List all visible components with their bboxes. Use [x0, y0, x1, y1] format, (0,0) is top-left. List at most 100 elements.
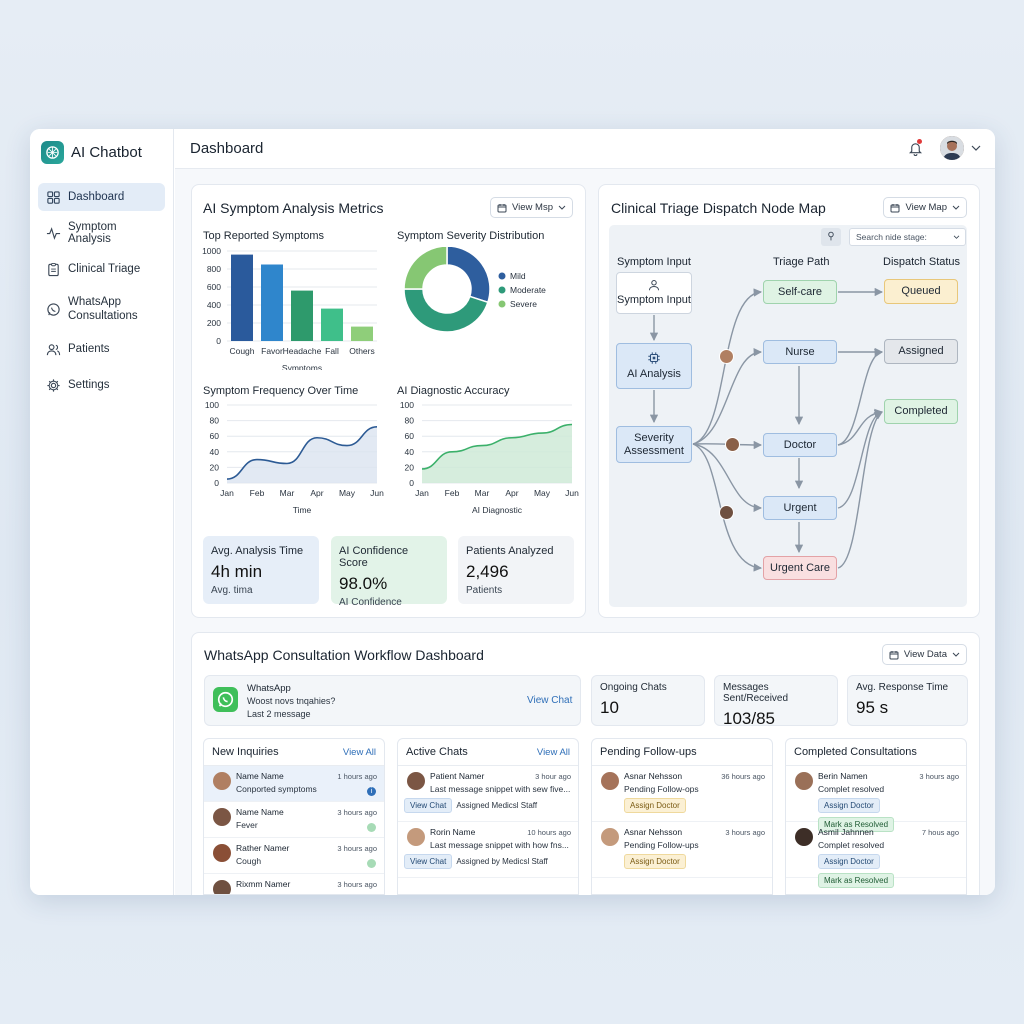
- node-symptom-input[interactable]: Symptom Input: [616, 272, 692, 314]
- triage-map-panel: Clinical Triage Dispatch Node Map View M…: [598, 184, 980, 618]
- sidebar-nav: Dashboard Symptom Analysis Clinical Tria…: [30, 183, 173, 399]
- kpi-sub: Avg. tima: [211, 585, 253, 596]
- pie-chart-title: Symptom Severity Distribution: [397, 230, 545, 242]
- notification-bell-icon[interactable]: [908, 139, 923, 157]
- brand-logo-icon: [41, 140, 64, 164]
- y-tick-label: 800: [207, 264, 221, 274]
- kpi-value: 2,496: [466, 562, 509, 581]
- legend-label: Mild: [510, 271, 526, 281]
- view-chat-link[interactable]: View Chat: [527, 695, 572, 706]
- list-item[interactable]: Asnar Nehsson Pending Follow-ups 3 hours…: [592, 822, 772, 878]
- page-title: Dashboard: [190, 140, 264, 157]
- y-tick-label: 20: [405, 462, 415, 472]
- status-completed[interactable]: Completed: [884, 399, 958, 424]
- x-axis-label: Time: [293, 505, 312, 515]
- node-label: Nurse: [785, 345, 815, 358]
- list-item[interactable]: Patient Namer Last message snippet with …: [398, 766, 578, 822]
- topbar: Dashboard: [175, 129, 995, 169]
- assigned-staff-text: Assigned by Medicsl Staff: [456, 857, 548, 866]
- row-time: 3 hours ago: [919, 772, 959, 781]
- row-desc: Cough: [236, 856, 262, 866]
- list-item[interactable]: Name Name Fever 3 hours ago: [204, 802, 384, 838]
- node-ai-analysis[interactable]: AI Analysis: [616, 343, 692, 389]
- column-title: Active Chats: [406, 746, 468, 758]
- status-assigned[interactable]: Assigned: [884, 339, 958, 364]
- kpi-label: Patients Analyzed: [466, 545, 554, 557]
- sidebar-item-whatsapp-consultations[interactable]: WhatsApp Consultations: [38, 291, 165, 327]
- sidebar-item-clinical-triage[interactable]: Clinical Triage: [38, 255, 165, 283]
- status-queued[interactable]: Queued: [884, 279, 958, 304]
- line-chart: 100 80 60 40 20 0Jan Feb Mar Apr May Jun Time: [205, 400, 384, 515]
- legend-label: Severe: [510, 299, 537, 309]
- view-chat-button[interactable]: View Chat: [404, 854, 453, 869]
- node-urgent[interactable]: Urgent: [763, 496, 837, 520]
- whatsapp-preview-card: WhatsApp Woost novs tnqahies? Last 2 mes…: [204, 675, 581, 726]
- column-completed-consultations: Completed Consultations Berin Namen Comp…: [785, 738, 967, 895]
- row-time: 3 hours ago: [337, 880, 377, 889]
- list-item[interactable]: Asmil Jahnnen Complet resolved 7 hous ag…: [786, 822, 966, 888]
- list-item[interactable]: Rather Namer Cough 3 hours ago: [204, 838, 384, 874]
- user-avatar[interactable]: [940, 136, 964, 160]
- stat-label: Ongoing Chats: [600, 682, 667, 693]
- legend-swatch: [498, 286, 506, 294]
- node-urgent-care[interactable]: Urgent Care: [763, 556, 837, 580]
- mark-resolved-button[interactable]: Mark as Resolved: [818, 873, 895, 888]
- assign-doctor-button[interactable]: Assign Doctor: [624, 798, 686, 813]
- row-desc: Pending Follow-ops: [624, 784, 699, 794]
- assign-doctor-button[interactable]: Assign Doctor: [624, 854, 686, 869]
- y-tick-label: 1000: [202, 246, 221, 256]
- metrics-view-button[interactable]: View Msp: [489, 197, 573, 218]
- sidebar-item-patients[interactable]: Patients: [38, 335, 165, 363]
- kpi-sub: AI Confidence: [339, 597, 402, 608]
- x-tick-label: May: [534, 488, 551, 498]
- view-chat-button[interactable]: View Chat: [404, 798, 453, 813]
- row-desc: Last message snippet with sew five...: [430, 784, 571, 794]
- column-pending-follow-ups: Pending Follow-ups Asnar Nehsson Pending…: [591, 738, 773, 895]
- view-all-link[interactable]: View All: [537, 747, 570, 758]
- list-item[interactable]: Rixmm Namer 3 hours ago: [204, 874, 384, 894]
- whatsapp-view-data-button[interactable]: View Data: [881, 644, 967, 665]
- whatsapp-view-data-label: View Data: [903, 649, 947, 660]
- row-time: 3 hours ago: [337, 808, 377, 817]
- chevron-down-icon[interactable]: [971, 144, 981, 152]
- node-severity-assessment[interactable]: Severity Assessment: [616, 426, 692, 463]
- symptom-metrics-panel: AI Symptom Analysis Metrics View Msp Top…: [191, 184, 586, 618]
- assign-doctor-button[interactable]: Assign Doctor: [818, 798, 880, 813]
- sidebar-item-symptom-analysis[interactable]: Symptom Analysis: [38, 219, 165, 247]
- y-tick-label: 80: [210, 416, 220, 426]
- sidebar-item-settings[interactable]: Settings: [38, 371, 165, 399]
- column-header: Active Chats View All: [398, 739, 578, 766]
- users-icon: [46, 343, 61, 355]
- row-time: 1 hours ago: [337, 772, 377, 781]
- list-item[interactable]: Berin Namen Complet resolved 3 hours ago…: [786, 766, 966, 832]
- node-self-care[interactable]: Self-care: [763, 280, 837, 304]
- row-desc: Fever: [236, 820, 258, 830]
- list-item[interactable]: Rorin Name Last message snippet with how…: [398, 822, 578, 878]
- legend-label: Moderate: [510, 285, 546, 295]
- row-time: 3 hours ago: [725, 828, 765, 837]
- y-tick-label: 40: [210, 447, 220, 457]
- x-tick-label: Feb: [250, 488, 265, 498]
- staff-avatar: [719, 349, 734, 364]
- list-item[interactable]: Asnar Nehsson Pending Follow-ops 36 hour…: [592, 766, 772, 822]
- x-tick-label: Jan: [415, 488, 429, 498]
- stat-value: 10: [600, 698, 619, 717]
- node-nurse[interactable]: Nurse: [763, 340, 837, 364]
- x-tick-label: Jan: [220, 488, 234, 498]
- column-header: Pending Follow-ups: [592, 739, 772, 766]
- list-item[interactable]: Name Name Conported symptoms 1 hours ago…: [204, 766, 384, 802]
- whatsapp-card-line2: Last 2 message: [247, 709, 311, 719]
- row-desc: Last message snippet with how fns...: [430, 840, 569, 850]
- sidebar-item-label: Symptom Analysis: [68, 221, 117, 245]
- legend-swatch: [498, 300, 506, 308]
- column-header: Completed Consultations: [786, 739, 966, 766]
- user-icon: [649, 280, 659, 291]
- x-tick-label: Apr: [310, 488, 323, 498]
- view-all-link[interactable]: View All: [343, 747, 376, 758]
- sidebar-item-dashboard[interactable]: Dashboard: [38, 183, 165, 211]
- assign-doctor-button[interactable]: Assign Doctor: [818, 854, 880, 869]
- avatar: [601, 828, 619, 846]
- node-doctor[interactable]: Doctor: [763, 433, 837, 457]
- y-tick-label: 100: [400, 400, 414, 410]
- node-label: Doctor: [783, 438, 817, 451]
